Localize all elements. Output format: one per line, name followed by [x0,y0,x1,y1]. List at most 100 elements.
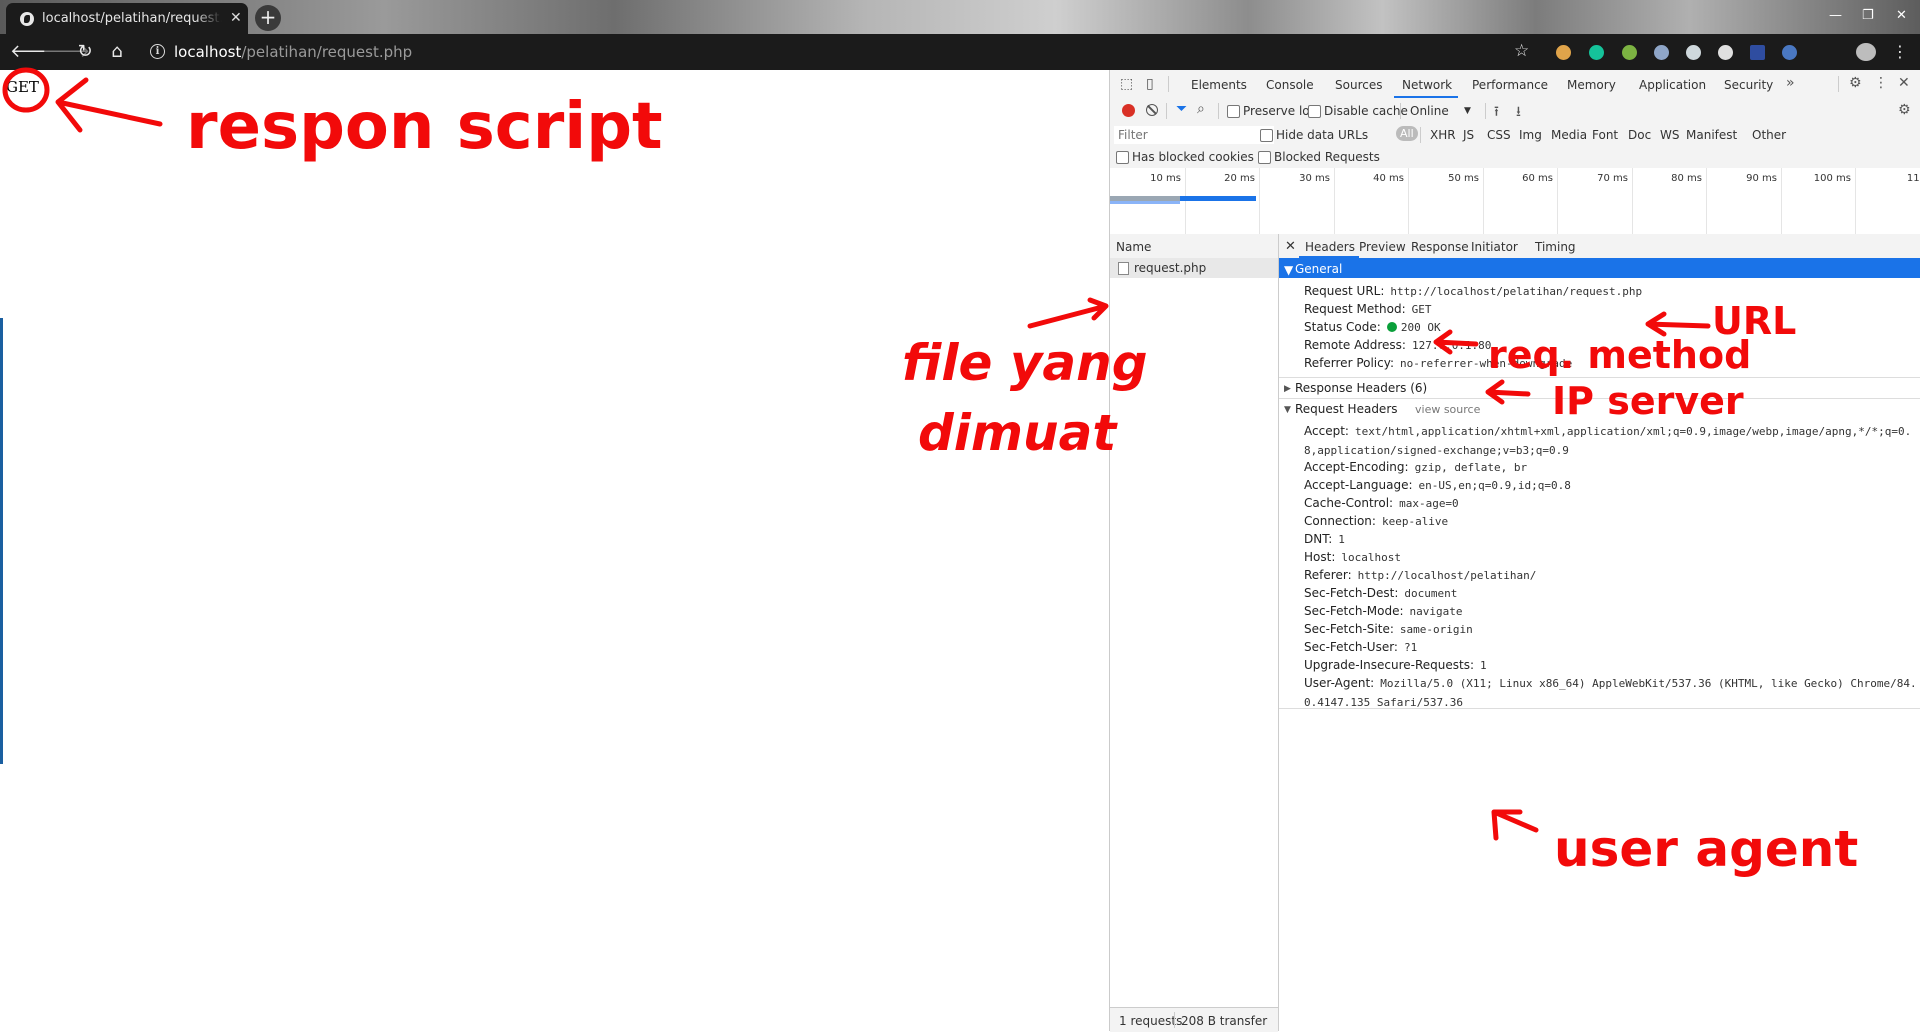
header-value: same-origin [1399,623,1473,636]
header-name: Remote Address: [1304,338,1406,352]
header-name: User-Agent: [1304,676,1375,690]
back-icon[interactable]: 🡐 [10,42,58,62]
type-filter-img[interactable]: Img [1519,128,1542,142]
tab-elements[interactable]: Elements [1191,78,1247,92]
extension-circle-icon[interactable] [1718,45,1733,60]
extension-globe-icon[interactable] [1782,45,1797,60]
blocked-requests-checkbox[interactable] [1258,151,1271,164]
has-blocked-cookies-checkbox[interactable] [1116,151,1129,164]
request-header-row: Accept-Language: en-US,en;q=0.9,id;q=0.8 [1304,478,1571,492]
reload-icon[interactable]: ↻ [74,42,96,62]
tab-performance[interactable]: Performance [1472,78,1548,92]
tab-network[interactable]: Network [1402,78,1452,92]
preserve-log-checkbox[interactable] [1227,105,1240,118]
settings-gear-icon[interactable]: ⚙ [1849,75,1862,91]
hide-data-urls-checkbox[interactable] [1260,129,1273,142]
general-row: Request Method: GET [1304,302,1431,316]
type-filter-other[interactable]: Other [1752,128,1786,142]
header-name: Sec-Fetch-Mode: [1304,604,1404,618]
import-har-icon[interactable]: ⭱ [1494,101,1499,125]
type-filter-media[interactable]: Media [1551,128,1587,142]
type-filter-xhr[interactable]: XHR [1430,128,1456,142]
overview-tick-label: 100 ms [1813,173,1851,184]
request-headers-title[interactable]: Request Headers [1295,402,1398,416]
close-detail-icon[interactable]: ✕ [1285,239,1296,254]
response-headers-title[interactable]: Response Headers (6) [1295,381,1427,395]
general-row: Referrer Policy: no-referrer-when-downgra… [1304,356,1572,370]
devtools-close-icon[interactable]: ✕ [1898,75,1910,91]
type-filter-js[interactable]: JS [1463,128,1474,142]
forward-icon[interactable]: 🡒 [42,42,90,62]
globe-icon [20,12,34,26]
request-header-row: Host: localhost [1304,550,1401,564]
address-bar[interactable]: i localhost/pelatihan/request.php [140,37,1630,67]
devtools-menu-icon[interactable]: ⋮ [1874,75,1888,91]
filter-input[interactable] [1114,126,1274,144]
extension-shield-icon[interactable] [1750,45,1765,60]
header-name: Sec-Fetch-Site: [1304,622,1394,636]
record-icon[interactable] [1122,104,1135,117]
overview-tick-label: 80 ms [1671,173,1702,184]
type-filter-manifest[interactable]: Manifest [1686,128,1737,142]
name-column-header[interactable]: Name [1110,234,1278,259]
profile-avatar[interactable] [1856,43,1876,61]
general-section-header[interactable]: ▼ General [1279,258,1920,278]
divider [1279,708,1920,709]
header-value: GET [1411,303,1432,316]
network-settings-icon[interactable]: ⚙ [1898,102,1911,118]
bookmark-star-icon[interactable]: ☆ [1514,41,1529,61]
tab-timing[interactable]: Timing [1535,240,1576,254]
divider [1218,103,1219,119]
tab-close-icon[interactable]: ✕ [230,10,242,26]
inspect-element-icon[interactable]: ⬚ [1120,76,1133,92]
clear-icon[interactable] [1146,104,1158,116]
tab-security[interactable]: Security [1724,78,1773,92]
tab-console[interactable]: Console [1266,78,1314,92]
tab-response[interactable]: Response [1411,240,1469,254]
network-overview-timeline[interactable]: 10 ms 20 ms 30 ms 40 ms 50 ms 60 ms 70 ms 80 ms… [1110,168,1920,235]
restore-icon[interactable]: ❐ [1862,8,1874,23]
browser-menu-icon[interactable]: ⋮ [1892,42,1908,61]
disable-cache-label: Disable cache [1324,104,1408,118]
type-filter-css[interactable]: CSS [1487,128,1511,142]
has-blocked-cookies-label: Has blocked cookies [1132,150,1254,164]
throttling-select[interactable]: Online [1410,104,1449,118]
search-icon[interactable]: ⌕ [1197,101,1205,117]
overview-gridline [1185,168,1186,234]
type-filter-all[interactable]: All [1396,126,1418,141]
tab-headers[interactable]: Headers [1305,240,1355,254]
type-filter-doc[interactable]: Doc [1628,128,1651,142]
extension-grammarly-icon[interactable] [1589,45,1604,60]
browser-tab[interactable]: localhost/pelatihan/request.php ✕ [6,3,248,34]
tab-preview[interactable]: Preview [1359,240,1406,254]
minimize-icon[interactable]: — [1829,8,1842,23]
header-value: 1 [1480,659,1487,672]
extension-blue-icon[interactable] [1654,45,1669,60]
tab-memory[interactable]: Memory [1567,78,1616,92]
header-name: DNT: [1304,532,1333,546]
type-filter-ws[interactable]: WS [1660,128,1679,142]
request-row[interactable]: request.php [1110,258,1278,278]
header-value-continuation: 8,application/signed-exchange;v=b3;q=0.9 [1304,444,1569,457]
type-filter-font[interactable]: Font [1592,128,1618,142]
filter-funnel-icon[interactable]: ⏷ [1176,101,1187,117]
home-icon[interactable]: ⌂ [106,42,128,62]
export-har-icon[interactable]: ⭳ [1516,101,1521,125]
tab-initiator[interactable]: Initiator [1471,240,1518,254]
extension-cookie-icon[interactable] [1556,45,1571,60]
tab-application[interactable]: Application [1639,78,1706,92]
tab-sources[interactable]: Sources [1335,78,1382,92]
extension-green-icon[interactable] [1622,45,1637,60]
site-info-icon[interactable]: i [150,44,165,59]
device-toolbar-icon[interactable]: ▯ [1146,76,1154,92]
view-source-link[interactable]: view source [1415,403,1480,416]
disable-cache-checkbox[interactable] [1308,105,1321,118]
request-header-row: Sec-Fetch-Mode: navigate [1304,604,1463,618]
new-tab-button[interactable]: + [255,5,281,31]
header-name: Sec-Fetch-Dest: [1304,586,1399,600]
divider [1168,76,1169,92]
more-tabs-icon[interactable]: » [1786,75,1795,91]
window-close-icon[interactable]: ✕ [1896,8,1907,23]
extension-chat-icon[interactable] [1686,45,1701,60]
chevron-down-icon[interactable]: ▼ [1464,106,1471,116]
